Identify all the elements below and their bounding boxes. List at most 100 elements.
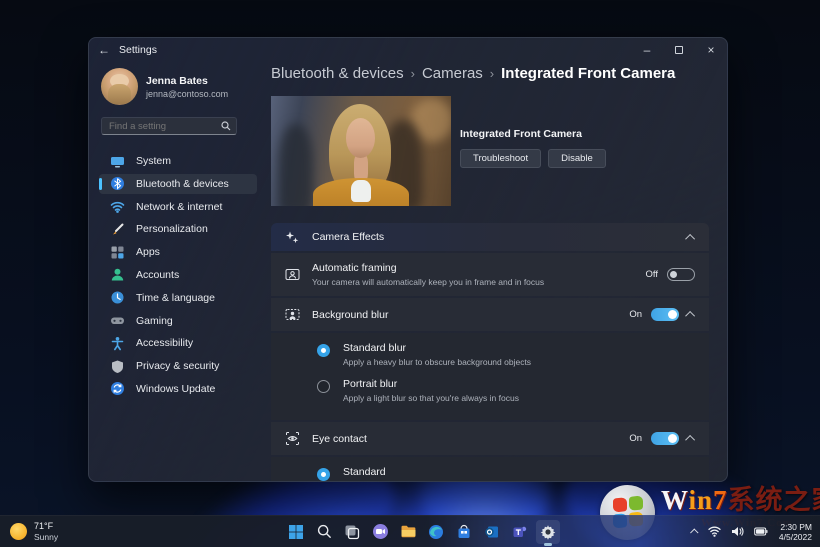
gear-icon [540, 524, 556, 540]
chat-button[interactable] [368, 520, 392, 544]
apps-icon [110, 245, 125, 260]
search-input[interactable] [101, 117, 237, 135]
sidebar-item-windows-update[interactable]: Windows Update [99, 379, 257, 399]
automatic-framing-icon [285, 267, 300, 282]
system-icon [110, 154, 125, 169]
sidebar-item-privacy-security[interactable]: Privacy & security [99, 356, 257, 376]
camera-effects-header[interactable]: Camera Effects [271, 223, 709, 251]
desktop: ← Settings – × Jenna Bates jenna@contoso… [0, 0, 820, 547]
chevron-right-icon: › [411, 66, 415, 81]
background-blur-state: On [629, 309, 642, 320]
sidebar-item-label: Network & internet [136, 201, 222, 213]
start-button[interactable] [284, 520, 308, 544]
settings-taskbar-button[interactable] [536, 520, 560, 544]
sidebar: Jenna Bates jenna@contoso.com System Blu… [89, 62, 267, 481]
sidebar-item-apps[interactable]: Apps [99, 242, 257, 262]
breadcrumb-bluetooth-devices[interactable]: Bluetooth & devices [271, 65, 404, 82]
automatic-framing-title: Automatic framing [312, 262, 544, 274]
clock[interactable]: 2:30 PM 4/5/2022 [779, 522, 812, 542]
windows-logo-icon [288, 524, 304, 540]
camera-preview [271, 96, 451, 206]
account-section[interactable]: Jenna Bates jenna@contoso.com [101, 68, 257, 105]
sidebar-item-bluetooth-devices[interactable]: Bluetooth & devices [99, 174, 257, 194]
teams-button[interactable] [508, 520, 532, 544]
content-pane: Bluetooth & devices › Cameras › Integrat… [271, 62, 727, 481]
search-icon [317, 524, 332, 539]
task-view-button[interactable] [340, 520, 364, 544]
back-icon[interactable]: ← [89, 43, 119, 57]
automatic-framing-toggle[interactable] [667, 268, 695, 281]
eye-contact-state: On [629, 433, 642, 444]
personalization-icon [110, 222, 125, 237]
store-button[interactable] [452, 520, 476, 544]
eye-contact-toggle[interactable] [651, 432, 679, 445]
background-blur-toggle[interactable] [651, 308, 679, 321]
taskbar-search-button[interactable] [312, 520, 336, 544]
eye-contact-row[interactable]: Eye contact On [271, 422, 709, 455]
close-button[interactable]: × [695, 38, 727, 62]
maximize-button[interactable] [663, 38, 695, 62]
wifi-icon[interactable] [708, 526, 721, 537]
account-email: jenna@contoso.com [146, 89, 228, 99]
sidebar-item-accounts[interactable]: Accounts [99, 265, 257, 285]
titlebar[interactable]: ← Settings – × [89, 38, 727, 62]
sidebar-item-personalization[interactable]: Personalization [99, 219, 257, 239]
minimize-button[interactable]: – [631, 38, 663, 62]
portrait-blur-title: Portrait blur [343, 378, 519, 390]
camera-effects-card: Camera Effects Automatic framing Your ca… [271, 223, 709, 482]
sidebar-item-label: Windows Update [136, 383, 215, 395]
disable-button[interactable]: Disable [548, 149, 606, 168]
chevron-up-icon[interactable] [685, 311, 695, 321]
weather-condition: Sunny [34, 532, 58, 542]
sidebar-item-label: Bluetooth & devices [136, 178, 229, 190]
sidebar-item-accessibility[interactable]: Accessibility [99, 333, 257, 353]
weather-widget[interactable]: 71°F Sunny [0, 516, 68, 547]
account-name: Jenna Bates [146, 75, 228, 87]
background-blur-options: Standard blur Apply a heavy blur to obsc… [271, 333, 709, 420]
edge-icon [428, 524, 444, 540]
outlook-icon [484, 524, 500, 540]
standard-blur-option[interactable]: Standard blur Apply a heavy blur to obsc… [317, 342, 695, 367]
battery-icon[interactable] [754, 527, 768, 536]
troubleshoot-button[interactable]: Troubleshoot [460, 149, 541, 168]
volume-icon[interactable] [731, 526, 744, 537]
portrait-blur-subtitle: Apply a light blur so that you're always… [343, 393, 519, 403]
breadcrumb-cameras[interactable]: Cameras [422, 65, 483, 82]
edge-button[interactable] [424, 520, 448, 544]
automatic-framing-row[interactable]: Automatic framing Your camera will autom… [271, 253, 709, 296]
eye-contact-icon [285, 431, 300, 446]
portrait-blur-option[interactable]: Portrait blur Apply a light blur so that… [317, 378, 695, 403]
sidebar-item-label: Accessibility [136, 337, 193, 349]
background-blur-row[interactable]: Background blur On [271, 298, 709, 331]
file-explorer-icon [400, 523, 417, 540]
file-explorer-button[interactable] [396, 520, 420, 544]
sidebar-item-system[interactable]: System [99, 151, 257, 171]
search-icon[interactable] [221, 121, 231, 131]
sidebar-item-network-internet[interactable]: Network & internet [99, 197, 257, 217]
sidebar-item-time-language[interactable]: Time & language [99, 288, 257, 308]
background-blur-title: Background blur [312, 309, 388, 321]
teams-icon [512, 524, 528, 540]
eye-contact-standard-radio[interactable] [317, 468, 330, 481]
settings-window: ← Settings – × Jenna Bates jenna@contoso… [88, 37, 728, 482]
taskbar-apps [284, 516, 560, 547]
sidebar-item-label: Accounts [136, 269, 179, 281]
search-box[interactable] [101, 117, 237, 135]
chevron-up-icon[interactable] [685, 233, 695, 243]
portrait-blur-radio[interactable] [317, 380, 330, 393]
breadcrumb-current-page: Integrated Front Camera [501, 65, 675, 82]
chevron-up-icon[interactable] [685, 435, 695, 445]
camera-effects-label: Camera Effects [312, 231, 384, 243]
accessibility-icon [110, 336, 125, 351]
hidden-icons-chevron[interactable] [692, 529, 698, 535]
bluetooth-icon [110, 176, 125, 191]
avatar[interactable] [101, 68, 138, 105]
eye-contact-standard-option[interactable]: Standard Make eye contact even when you'… [317, 466, 695, 482]
background-blur-icon [285, 307, 300, 322]
sidebar-item-label: Privacy & security [136, 360, 219, 372]
eye-contact-standard-title: Standard [343, 466, 630, 478]
standard-blur-radio[interactable] [317, 344, 330, 357]
outlook-button[interactable] [480, 520, 504, 544]
sun-icon [10, 523, 27, 540]
sidebar-item-gaming[interactable]: Gaming [99, 311, 257, 331]
